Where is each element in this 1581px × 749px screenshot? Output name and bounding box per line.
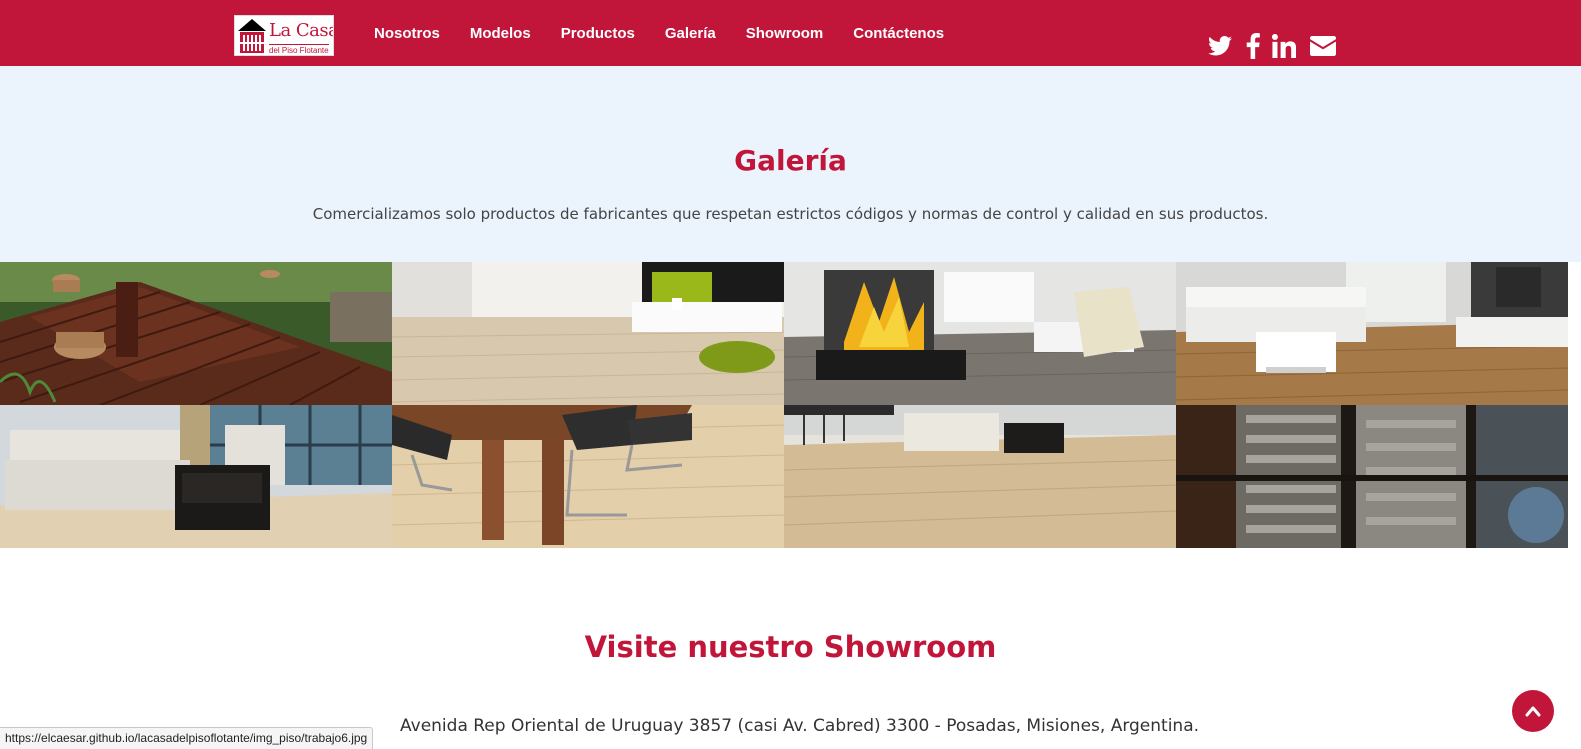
chevron-up-icon [1525,706,1541,717]
page: La Casa del Piso Flotante Nosotros Model… [0,0,1581,749]
house-logo-icon [238,19,266,53]
nav-item-galeria[interactable]: Galería [665,25,716,42]
lumber-stack-image [1176,405,1568,548]
gallery-description: Comercializamos solo productos de fabric… [312,205,1269,223]
linkedin-icon[interactable] [1272,33,1296,59]
gallery-image-living-room[interactable] [392,262,784,405]
nav-item-nosotros[interactable]: Nosotros [374,25,440,42]
nav-menu: Nosotros Modelos Productos Galería Showr… [374,0,974,66]
fireplace-living-room-image [784,262,1176,405]
sofa-office-floor-image [784,405,1176,548]
logo[interactable]: La Casa del Piso Flotante [234,15,334,56]
gallery-grid [0,262,1581,548]
nav-item-showroom[interactable]: Showroom [746,25,824,42]
back-to-top-button[interactable] [1512,690,1554,732]
gallery-image-dining[interactable] [392,405,784,548]
logo-subtitle: del Piso Flotante [269,44,329,55]
gallery-title: Galería [734,144,847,177]
white-sofa-room-image [0,405,392,548]
twitter-icon[interactable] [1208,33,1232,59]
social-links [1208,33,1338,59]
gallery-header: Galería Comercializamos solo productos d… [0,66,1581,262]
navbar: La Casa del Piso Flotante Nosotros Model… [0,0,1581,66]
sectional-sofa-room-image [1176,262,1568,405]
envelope-icon[interactable] [1310,33,1336,59]
nav-item-contactenos[interactable]: Contáctenos [853,25,944,42]
gallery-image-white-sofa[interactable] [0,405,392,548]
living-room-light-floor-image [392,262,784,405]
gallery-image-sofa-room[interactable] [1176,262,1568,405]
logo-title: La Casa [269,20,334,41]
gallery-image-deck[interactable] [0,262,392,405]
nav-item-modelos[interactable]: Modelos [470,25,531,42]
showroom-address: Avenida Rep Oriental de Uruguay 3857 (ca… [400,716,1200,736]
status-bar-url: https://elcaesar.github.io/lacasadelpiso… [0,727,374,749]
gallery-image-office[interactable] [784,405,1176,548]
facebook-icon[interactable] [1246,33,1260,59]
showroom-title: Visite nuestro Showroom [584,630,997,664]
nav-item-productos[interactable]: Productos [561,25,635,42]
dining-table-chairs-image [392,405,784,548]
deck-garden-image [0,262,392,405]
gallery-image-fireplace[interactable] [784,262,1176,405]
gallery-image-lumber[interactable] [1176,405,1568,548]
